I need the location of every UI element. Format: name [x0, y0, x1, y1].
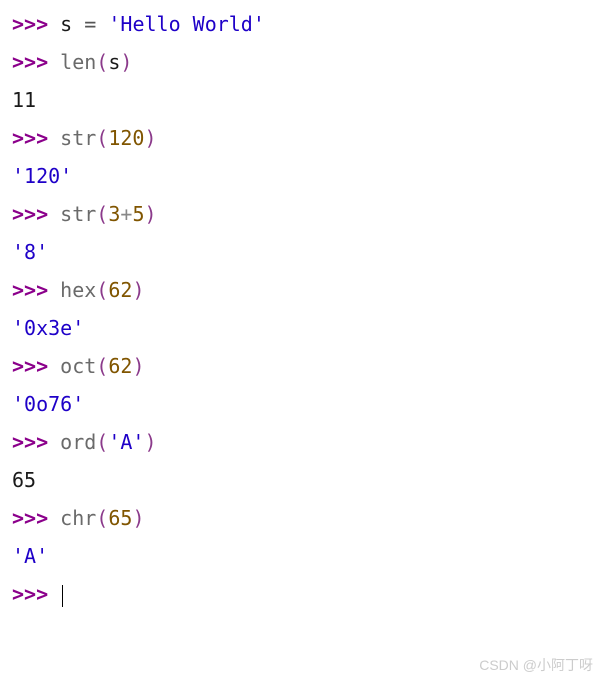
code-token: +	[120, 202, 132, 226]
repl-prompt: >>>	[12, 126, 60, 150]
repl-input-line: >>> hex(62)	[12, 274, 593, 306]
repl-input-line: >>> oct(62)	[12, 350, 593, 382]
string-literal: '8'	[12, 240, 48, 264]
repl-input-line: >>> chr(65)	[12, 502, 593, 534]
repl-output-line: 65	[12, 464, 593, 496]
code-token: 11	[12, 88, 36, 112]
repl-prompt: >>>	[12, 202, 60, 226]
code-token: s	[108, 50, 120, 74]
code-token: )	[132, 278, 144, 302]
code-token: =	[84, 12, 108, 36]
function-name: str	[60, 202, 96, 226]
number-literal: 3	[108, 202, 120, 226]
number-literal: 65	[108, 506, 132, 530]
function-name: oct	[60, 354, 96, 378]
repl-input-line: >>> str(3+5)	[12, 198, 593, 230]
text-cursor	[62, 585, 63, 607]
repl-input-line: >>>	[12, 578, 593, 610]
code-token: (	[96, 202, 108, 226]
code-token: )	[144, 126, 156, 150]
code-token: )	[132, 354, 144, 378]
function-name: len	[60, 50, 96, 74]
repl-output-line: '8'	[12, 236, 593, 268]
repl-prompt: >>>	[12, 278, 60, 302]
code-token: (	[96, 354, 108, 378]
repl-output-line: 11	[12, 84, 593, 116]
watermark-text: CSDN @小阿丁呀	[479, 654, 593, 676]
code-token: (	[96, 278, 108, 302]
repl-prompt: >>>	[12, 506, 60, 530]
string-literal: '0o76'	[12, 392, 84, 416]
code-token: (	[96, 430, 108, 454]
repl-output-line: '0o76'	[12, 388, 593, 420]
string-literal: 'A'	[12, 544, 48, 568]
repl-input-line: >>> len(s)	[12, 46, 593, 78]
repl-input-line: >>> str(120)	[12, 122, 593, 154]
repl-prompt: >>>	[12, 582, 60, 606]
repl-output-line: 'A'	[12, 540, 593, 572]
string-literal: '0x3e'	[12, 316, 84, 340]
number-literal: 62	[108, 278, 132, 302]
repl-prompt: >>>	[12, 430, 60, 454]
repl-input-line: >>> s = 'Hello World'	[12, 8, 593, 40]
repl-prompt: >>>	[12, 12, 60, 36]
code-token: )	[144, 430, 156, 454]
repl-output-line: '120'	[12, 160, 593, 192]
code-token: 65	[12, 468, 36, 492]
number-literal: 5	[132, 202, 144, 226]
string-literal: 'A'	[108, 430, 144, 454]
string-literal: 'Hello World'	[108, 12, 265, 36]
python-repl-terminal[interactable]: >>> s = 'Hello World'>>> len(s)11>>> str…	[12, 8, 593, 610]
code-token: s	[60, 12, 84, 36]
function-name: str	[60, 126, 96, 150]
repl-output-line: '0x3e'	[12, 312, 593, 344]
repl-prompt: >>>	[12, 50, 60, 74]
repl-input-line: >>> ord('A')	[12, 426, 593, 458]
repl-prompt: >>>	[12, 354, 60, 378]
string-literal: '120'	[12, 164, 72, 188]
number-literal: 120	[108, 126, 144, 150]
code-token: )	[144, 202, 156, 226]
code-token: )	[132, 506, 144, 530]
number-literal: 62	[108, 354, 132, 378]
function-name: ord	[60, 430, 96, 454]
function-name: chr	[60, 506, 96, 530]
function-name: hex	[60, 278, 96, 302]
code-token: (	[96, 126, 108, 150]
code-token: (	[96, 50, 108, 74]
code-token: (	[96, 506, 108, 530]
code-token: )	[120, 50, 132, 74]
